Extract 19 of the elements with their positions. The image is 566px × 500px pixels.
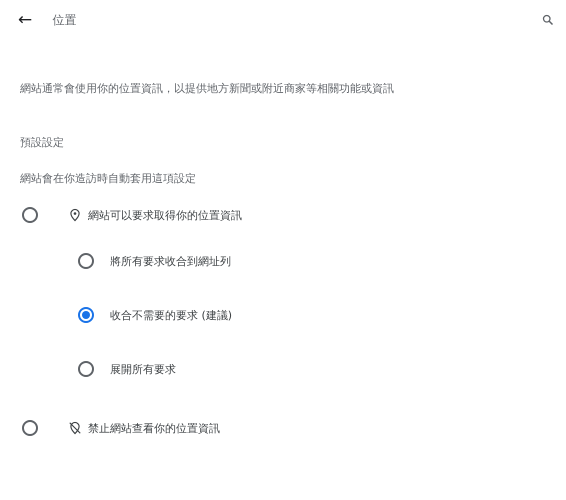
radio-button[interactable] bbox=[78, 253, 94, 269]
option-label[interactable]: 網站可以要求取得你的位置資訊 bbox=[88, 208, 242, 222]
section-title: 預設設定 bbox=[20, 135, 65, 151]
back-button[interactable]: ← bbox=[18, 12, 32, 28]
radio-button[interactable] bbox=[78, 307, 94, 323]
location-off-icon bbox=[68, 421, 82, 435]
page-title: 位置 bbox=[52, 12, 76, 28]
option-label[interactable]: 禁止網站查看你的位置資訊 bbox=[88, 420, 220, 436]
option-label[interactable]: 展開所有要求 bbox=[110, 362, 176, 376]
radio-button[interactable] bbox=[22, 420, 38, 436]
option-label[interactable]: 收合不需要的要求 (建議) bbox=[110, 308, 232, 322]
option-label[interactable]: 將所有要求收合到網址列 bbox=[110, 254, 231, 268]
search-button[interactable] bbox=[542, 14, 554, 26]
radio-button[interactable] bbox=[22, 207, 38, 223]
description-text: 網站通常會使用你的位置資訊，以提供地方新聞或附近商家等相關功能或資訊 bbox=[20, 81, 395, 97]
section-subtitle: 網站會在你造訪時自動套用這項設定 bbox=[20, 171, 197, 187]
radio-button[interactable] bbox=[78, 361, 94, 377]
search-icon bbox=[542, 14, 554, 26]
location-pin-icon bbox=[68, 208, 82, 222]
